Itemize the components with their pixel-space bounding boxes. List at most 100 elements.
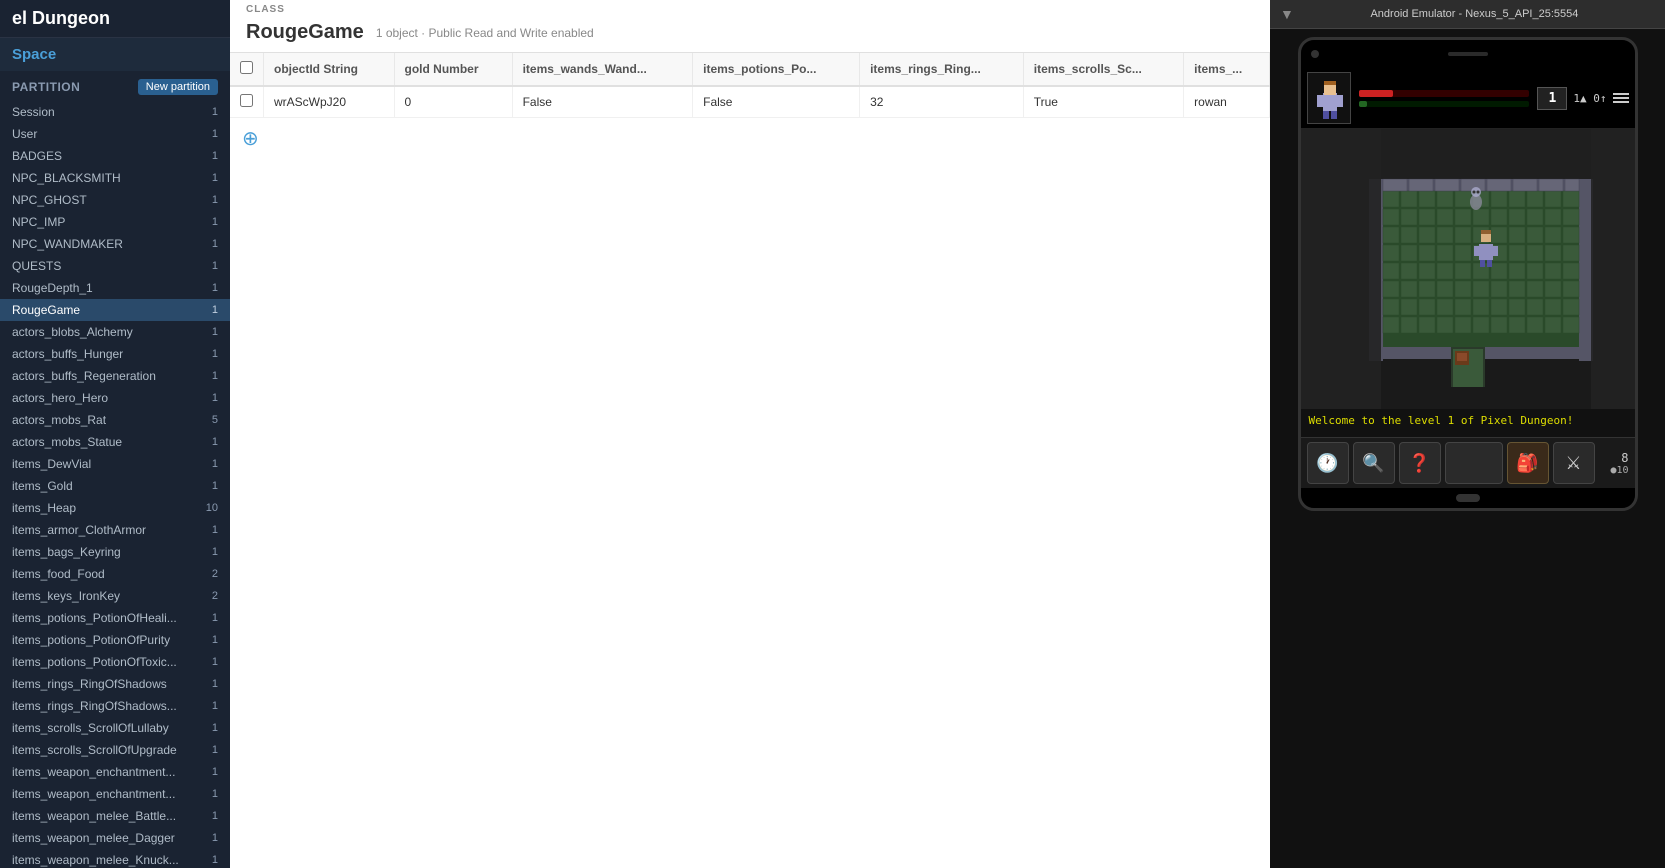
add-row-button[interactable]: ⊕ <box>230 118 271 159</box>
sidebar-item-name: items_potions_PotionOfToxic... <box>12 655 177 669</box>
sidebar-item-count: 1 <box>202 546 218 558</box>
col-header-items-potions-po---[interactable]: items_potions_Po... <box>693 53 860 86</box>
menu-icon[interactable] <box>1613 93 1629 103</box>
cell-items-rings[interactable]: 32 <box>860 86 1024 118</box>
cell-items-wands[interactable]: False <box>512 86 693 118</box>
sidebar-item-items-food-food[interactable]: items_food_Food 2 <box>0 563 230 585</box>
select-all-checkbox[interactable] <box>230 53 264 86</box>
sidebar-item-items-weapon-melee-battle---[interactable]: items_weapon_melee_Battle... 1 <box>0 805 230 827</box>
game-world[interactable] <box>1301 129 1635 409</box>
device-screen[interactable]: 1 1▲ 0↑ <box>1301 68 1635 488</box>
new-partition-button[interactable]: New partition <box>138 79 218 95</box>
cell-items-scrolls[interactable]: True <box>1023 86 1183 118</box>
sidebar-item-count: 1 <box>202 524 218 536</box>
sidebar-item-name: NPC_GHOST <box>12 193 87 207</box>
hero-sprite-svg <box>1308 73 1351 124</box>
checkbox-all[interactable] <box>240 61 253 74</box>
sidebar-item-actors-blobs-alchemy[interactable]: actors_blobs_Alchemy 1 <box>0 321 230 343</box>
sidebar-item-count: 1 <box>202 766 218 778</box>
sidebar-item-items-armor-clotharmor[interactable]: items_armor_ClothArmor 1 <box>0 519 230 541</box>
device-bottom-bar <box>1301 488 1635 508</box>
sidebar-item-count: 1 <box>202 612 218 624</box>
sidebar-item-npc-ghost[interactable]: NPC_GHOST 1 <box>0 189 230 211</box>
action-btn-backpack[interactable]: 🎒 <box>1507 442 1549 484</box>
sidebar-item-count: 1 <box>202 656 218 668</box>
action-stats: 8 ●10 <box>1599 451 1629 476</box>
row-checkbox-cell[interactable] <box>230 86 264 118</box>
cell-items-potions[interactable]: False <box>693 86 860 118</box>
app-title: el Dungeon <box>0 0 230 38</box>
sidebar-item-items-bags-keyring[interactable]: items_bags_Keyring 1 <box>0 541 230 563</box>
cell-objectid[interactable]: wrAScWpJ20 <box>264 86 395 118</box>
col-header-items-scrolls-sc---[interactable]: items_scrolls_Sc... <box>1023 53 1183 86</box>
col-type: String <box>320 62 358 76</box>
sidebar-item-items-dewvial[interactable]: items_DewVial 1 <box>0 453 230 475</box>
sidebar-item-items-heap[interactable]: items_Heap 10 <box>0 497 230 519</box>
sidebar-item-items-weapon-melee-dagger[interactable]: items_weapon_melee_Dagger 1 <box>0 827 230 849</box>
sidebar-item-quests[interactable]: QUESTS 1 <box>0 255 230 277</box>
sidebar-item-name: Session <box>12 105 55 119</box>
sidebar-item-session[interactable]: Session 1 <box>0 101 230 123</box>
col-header-items-wands-wand---[interactable]: items_wands_Wand... <box>512 53 693 86</box>
cell-items-extra[interactable]: rowan <box>1184 86 1270 118</box>
sidebar-item-actors-hero-hero[interactable]: actors_hero_Hero 1 <box>0 387 230 409</box>
sidebar-item-items-rings-ringofshadows---[interactable]: items_rings_RingOfShadows... 1 <box>0 695 230 717</box>
sidebar-item-items-weapon-enchantment---[interactable]: items_weapon_enchantment... 1 <box>0 783 230 805</box>
sidebar-list: Session 1 User 1 BADGES 1 NPC_BLACKSMITH… <box>0 101 230 868</box>
sidebar-item-rougedepth-1[interactable]: RougeDepth_1 1 <box>0 277 230 299</box>
table-row[interactable]: wrAScWpJ200FalseFalse32Truerowan <box>230 86 1270 118</box>
sidebar-item-count: 1 <box>202 392 218 404</box>
sidebar-item-items-weapon-melee-knuck---[interactable]: items_weapon_melee_Knuck... 1 <box>0 849 230 868</box>
sidebar-item-items-potions-potionoftoxic---[interactable]: items_potions_PotionOfToxic... 1 <box>0 651 230 673</box>
space-label[interactable]: Space <box>0 38 230 71</box>
npc-figure <box>1470 187 1482 210</box>
sidebar-item-npc-imp[interactable]: NPC_IMP 1 <box>0 211 230 233</box>
action-btn-weapon[interactable]: ⚔ <box>1553 442 1595 484</box>
col-header-items----[interactable]: items_... <box>1184 53 1270 86</box>
device-home-btn[interactable] <box>1456 494 1480 502</box>
sidebar-item-name: items_potions_PotionOfPurity <box>12 633 170 647</box>
sidebar-item-rougegame[interactable]: RougeGame 1 <box>0 299 230 321</box>
sidebar-item-name: items_weapon_melee_Battle... <box>12 809 176 823</box>
sidebar-item-items-scrolls-scrolloflullaby[interactable]: items_scrolls_ScrollOfLullaby 1 <box>0 717 230 739</box>
col-name: items_potions_Po... <box>703 62 816 76</box>
sidebar-item-count: 2 <box>202 568 218 580</box>
device-top-bar <box>1301 40 1635 68</box>
action-btn-empty[interactable] <box>1445 442 1503 484</box>
device-frame: 1 1▲ 0↑ <box>1298 37 1638 511</box>
sidebar-item-count: 10 <box>202 502 218 514</box>
sidebar-item-items-scrolls-scrollofupgrade[interactable]: items_scrolls_ScrollOfUpgrade 1 <box>0 739 230 761</box>
col-type: Number <box>430 62 479 76</box>
action-btn-help[interactable]: ❓ <box>1399 442 1441 484</box>
sidebar-item-items-weapon-enchantment---[interactable]: items_weapon_enchantment... 1 <box>0 761 230 783</box>
sidebar-item-items-keys-ironkey[interactable]: items_keys_IronKey 2 <box>0 585 230 607</box>
sidebar-item-count: 1 <box>202 260 218 272</box>
sidebar-item-count: 1 <box>202 106 218 118</box>
sidebar-item-user[interactable]: User 1 <box>0 123 230 145</box>
class-meta: 1 object · Public Read and Write enabled <box>376 26 594 40</box>
sidebar-item-name: items_weapon_melee_Knuck... <box>12 853 179 867</box>
sidebar-item-actors-mobs-statue[interactable]: actors_mobs_Statue 1 <box>0 431 230 453</box>
class-title: RougeGame <box>246 21 364 44</box>
col-header-gold[interactable]: gold Number <box>394 53 512 86</box>
sidebar-item-actors-mobs-rat[interactable]: actors_mobs_Rat 5 <box>0 409 230 431</box>
sidebar-item-count: 1 <box>202 128 218 140</box>
sidebar-item-badges[interactable]: BADGES 1 <box>0 145 230 167</box>
sidebar-item-items-potions-potionofpurity[interactable]: items_potions_PotionOfPurity 1 <box>0 629 230 651</box>
sidebar-item-name: actors_mobs_Rat <box>12 413 106 427</box>
sidebar-item-npc-wandmaker[interactable]: NPC_WANDMAKER 1 <box>0 233 230 255</box>
action-btn-search[interactable]: 🔍 <box>1353 442 1395 484</box>
row-checkbox[interactable] <box>240 94 253 107</box>
sidebar-item-npc-blacksmith[interactable]: NPC_BLACKSMITH 1 <box>0 167 230 189</box>
sidebar-item-actors-buffs-hunger[interactable]: actors_buffs_Hunger 1 <box>0 343 230 365</box>
col-header-items-rings-ring---[interactable]: items_rings_Ring... <box>860 53 1024 86</box>
sidebar-item-items-potions-potionofheali---[interactable]: items_potions_PotionOfHeali... 1 <box>0 607 230 629</box>
action-btn-history[interactable]: 🕐 <box>1307 442 1349 484</box>
cell-gold[interactable]: 0 <box>394 86 512 118</box>
sidebar-item-items-rings-ringofshadows[interactable]: items_rings_RingOfShadows 1 <box>0 673 230 695</box>
sidebar-item-items-gold[interactable]: items_Gold 1 <box>0 475 230 497</box>
col-header-objectid[interactable]: objectId String <box>264 53 395 86</box>
sidebar-item-actors-buffs-regeneration[interactable]: actors_buffs_Regeneration 1 <box>0 365 230 387</box>
sidebar-item-name: items_rings_RingOfShadows <box>12 677 167 691</box>
emulator-collapse-btn[interactable]: ▼ <box>1280 6 1294 22</box>
